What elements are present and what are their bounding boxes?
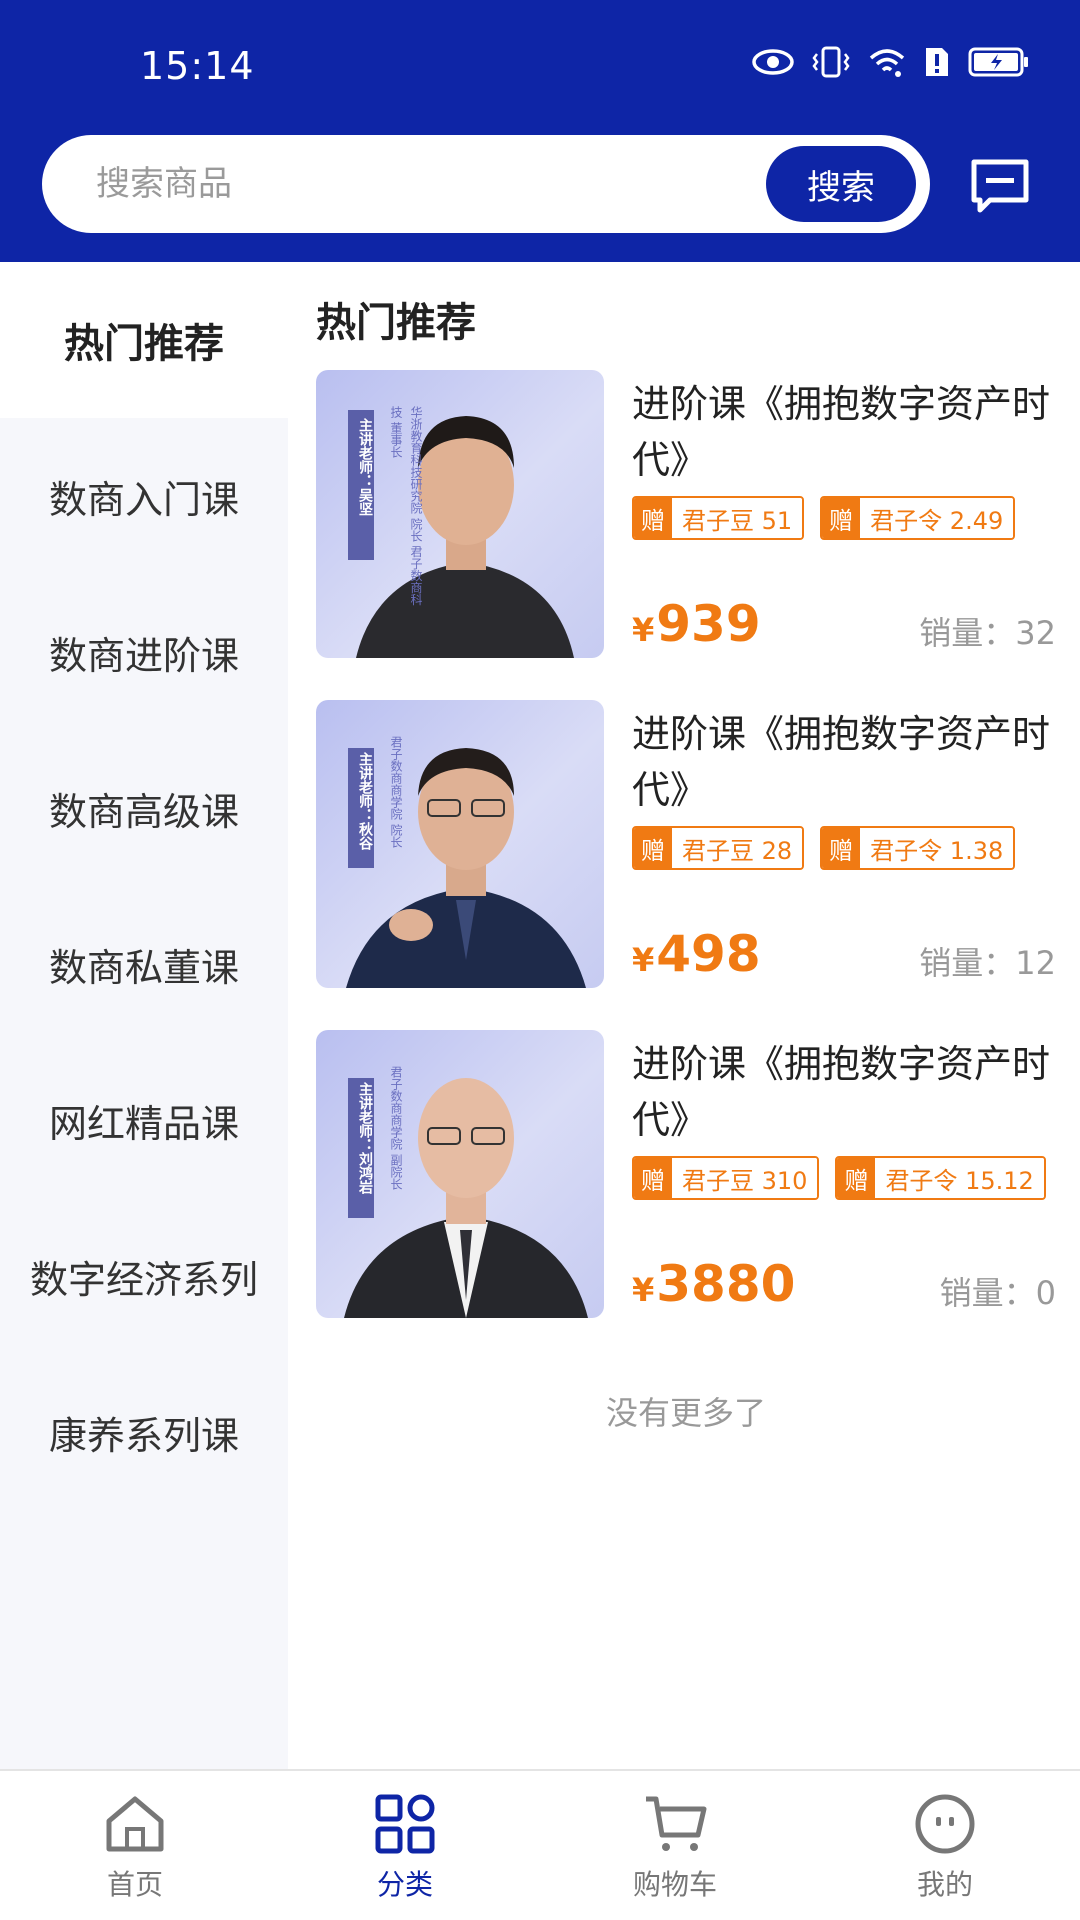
gift-badge: 赠 — [634, 1158, 672, 1198]
bottom-nav: 首页 分类 购物车 我的 — [0, 1769, 1080, 1920]
status-icons — [752, 46, 1030, 78]
currency-symbol: ¥ — [632, 611, 655, 649]
sales-value: 32 — [1015, 614, 1056, 652]
sidebar-item-label: 康养系列课 — [48, 1413, 239, 1458]
home-icon — [106, 1796, 164, 1852]
nav-label: 购物车 — [632, 1868, 717, 1901]
battery-icon — [968, 47, 1028, 77]
vibrate-icon — [812, 46, 850, 78]
product-card[interactable]: 主讲老师：秋谷 君子数商商学院 院长 进阶课《拥抱数字资产时代》 赠君子豆 28… — [316, 700, 1056, 990]
sidebar-item-label: 数字经济系列 — [29, 1257, 258, 1302]
gift-tag: 赠君子令 2.49 — [820, 496, 1016, 540]
product-image: 主讲老师：秋谷 君子数商商学院 院长 — [316, 700, 604, 988]
gift-tag: 赠君子令 1.38 — [820, 826, 1016, 870]
product-price: ¥939 — [632, 596, 761, 658]
sales-label: 销量： — [919, 614, 1016, 652]
teacher-label: 主讲老师：秋谷 — [357, 752, 373, 850]
nav-home[interactable]: 首页 — [0, 1771, 270, 1920]
sidebar-item-digital-economy[interactable]: 数字经济系列 — [0, 1198, 288, 1354]
gift-tags: 赠君子豆 51 赠君子令 2.49 — [632, 496, 1016, 540]
sidebar-item-wellness[interactable]: 康养系列课 — [0, 1354, 288, 1510]
message-icon[interactable] — [970, 158, 1030, 214]
sales-value: 12 — [1015, 944, 1056, 982]
product-sales: 销量：32 — [919, 608, 1056, 654]
gift-badge: 赠 — [634, 498, 672, 538]
sidebar-item-label: 数商私董课 — [48, 945, 239, 990]
price-value: 498 — [656, 925, 761, 983]
price-value: 939 — [656, 595, 761, 653]
sidebar-item-label: 网红精品课 — [48, 1101, 239, 1146]
gift-tag: 赠君子豆 51 — [632, 496, 805, 540]
product-sales: 销量：0 — [940, 1268, 1056, 1314]
gift-tags: 赠君子豆 28 赠君子令 1.38 — [632, 826, 1016, 870]
search-bar: 搜索 — [42, 135, 930, 233]
gift-text: 君子豆 51 — [672, 498, 803, 538]
product-title: 进阶课《拥抱数字资产时代》 — [632, 382, 1051, 482]
gift-tag: 赠君子豆 28 — [632, 826, 805, 870]
gift-text: 君子令 15.12 — [875, 1158, 1044, 1198]
gift-badge: 赠 — [634, 828, 672, 868]
product-title: 进阶课《拥抱数字资产时代》 — [632, 712, 1051, 812]
gift-badge: 赠 — [837, 1158, 876, 1198]
nav-label: 分类 — [376, 1868, 433, 1901]
teacher-caption: 君子数商商学院 院长 — [389, 736, 403, 848]
gift-badge: 赠 — [822, 828, 861, 868]
gift-tag: 赠君子豆 310 — [632, 1156, 820, 1200]
sidebar-item-influencer[interactable]: 网红精品课 — [0, 1042, 288, 1198]
product-price: ¥3880 — [632, 1256, 795, 1318]
nav-profile[interactable]: 我的 — [810, 1771, 1080, 1920]
sidebar-item-hot[interactable]: 热门推荐 — [0, 262, 288, 418]
teacher-caption: 华浙教育科技研究院 院长 君子数商科技 董事长 — [389, 406, 423, 606]
gift-text: 君子豆 310 — [672, 1158, 818, 1198]
price-value: 3880 — [656, 1255, 796, 1313]
sidebar-item-label: 数商进阶课 — [48, 633, 239, 678]
teacher-caption: 君子数商商学院 副院长 — [389, 1066, 403, 1190]
category-icon — [375, 1794, 435, 1854]
gift-badge: 赠 — [822, 498, 861, 538]
search-input[interactable] — [96, 135, 736, 233]
gift-text: 君子令 2.49 — [860, 498, 1014, 538]
status-time: 15:14 — [140, 44, 255, 88]
sidebar-item-private[interactable]: 数商私董课 — [0, 886, 288, 1042]
product-card[interactable]: 主讲老师：刘鸿岩 君子数商商学院 副院长 进阶课《拥抱数字资产时代》 赠君子豆 … — [316, 1030, 1056, 1320]
wifi-icon — [869, 49, 905, 77]
gift-tags: 赠君子豆 310 赠君子令 15.12 — [632, 1156, 1046, 1200]
gift-text: 君子令 1.38 — [860, 828, 1014, 868]
sidebar-item-label: 数商高级课 — [48, 789, 239, 834]
nav-label: 首页 — [106, 1868, 163, 1901]
cart-icon — [646, 1796, 707, 1851]
teacher-label: 主讲老师：刘鸿岩 — [357, 1082, 373, 1194]
sidebar-item-senior[interactable]: 数商高级课 — [0, 730, 288, 886]
currency-symbol: ¥ — [632, 941, 655, 979]
profile-icon — [915, 1794, 975, 1854]
eye-icon — [752, 49, 794, 75]
nav-cart[interactable]: 购物车 — [540, 1771, 810, 1920]
gift-text: 君子豆 28 — [672, 828, 803, 868]
section-title: 热门推荐 — [316, 300, 476, 346]
sidebar-item-label: 数商入门课 — [48, 477, 239, 522]
nav-category[interactable]: 分类 — [270, 1771, 540, 1920]
nav-label: 我的 — [916, 1868, 973, 1901]
category-sidebar: 热门推荐 数商入门课 数商进阶课 数商高级课 数商私董课 网红精品课 数字经济系… — [0, 262, 288, 1769]
product-title: 进阶课《拥抱数字资产时代》 — [632, 1042, 1051, 1142]
sidebar-item-advanced[interactable]: 数商进阶课 — [0, 574, 288, 730]
sales-value: 0 — [1035, 1274, 1056, 1312]
product-image: 主讲老师：刘鸿岩 君子数商商学院 副院长 — [316, 1030, 604, 1318]
teacher-label: 主讲老师：吴坚 — [357, 418, 373, 516]
currency-symbol: ¥ — [632, 1271, 655, 1309]
sidebar-item-intro[interactable]: 数商入门课 — [0, 418, 288, 574]
sidebar-item-label: 热门推荐 — [64, 321, 224, 367]
product-card[interactable]: 主讲老师：吴坚 华浙教育科技研究院 院长 君子数商科技 董事长 进阶课《拥抱数字… — [316, 370, 1056, 660]
sim-alert-icon — [926, 48, 948, 76]
product-image: 主讲老师：吴坚 华浙教育科技研究院 院长 君子数商科技 董事长 — [316, 370, 604, 658]
product-sales: 销量：12 — [919, 938, 1056, 984]
sales-label: 销量： — [919, 944, 1016, 982]
product-price: ¥498 — [632, 926, 761, 988]
no-more-text: 没有更多了 — [605, 1394, 766, 1432]
sales-label: 销量： — [939, 1274, 1036, 1312]
search-button[interactable]: 搜索 — [766, 146, 916, 222]
gift-tag: 赠君子令 15.12 — [835, 1156, 1046, 1200]
header: 15:14 搜索 — [0, 0, 1080, 262]
